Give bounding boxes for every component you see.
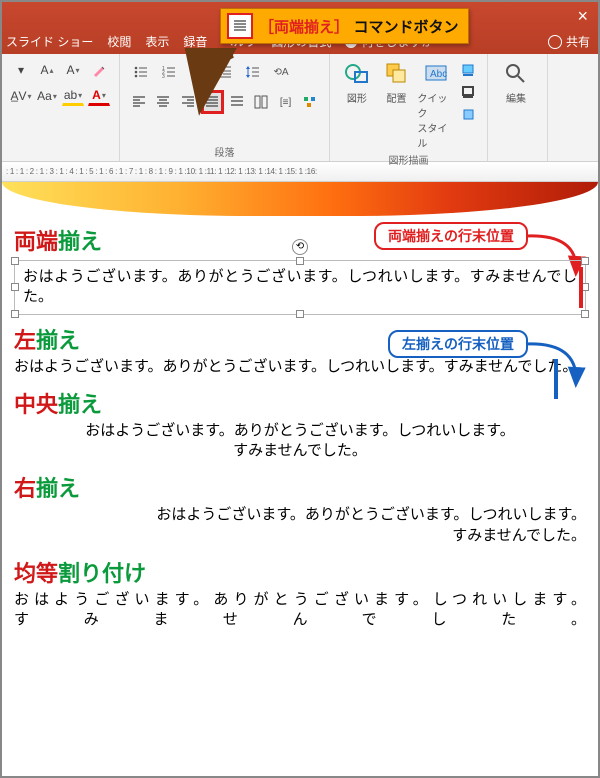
- group-label-drawing: 図形描画: [338, 150, 479, 167]
- resize-handle[interactable]: [11, 257, 19, 265]
- heading-distribute: 均等割り付け: [14, 556, 586, 588]
- shapes-gallery-button[interactable]: 図形: [338, 60, 376, 105]
- ribbon: ▾ A▴ A▾ A̲V▾ Aa▾ ab▾ A▾: [2, 54, 598, 162]
- svg-text:3: 3: [162, 74, 165, 80]
- share-button[interactable]: 共有: [548, 33, 590, 50]
- line-end-marker-blue: [554, 359, 558, 399]
- note-left-end: 左揃えの行末位置: [388, 330, 528, 358]
- increase-font-button[interactable]: A▴: [36, 60, 58, 80]
- person-icon: [548, 35, 562, 49]
- ribbon-group-edit: 編集: [488, 54, 548, 161]
- numbering-button[interactable]: 123: [156, 60, 182, 84]
- arrange-icon: [383, 60, 411, 88]
- note-justify-end: 両端揃えの行末位置: [374, 222, 528, 250]
- textbox-justify[interactable]: ⟲ おはようございます。ありがとうございます。しつれいします。すみませんでした。: [14, 260, 586, 315]
- tab-review[interactable]: 校閲: [107, 33, 131, 54]
- ribbon-group-font: ▾ A▴ A▾ A̲V▾ Aa▾ ab▾ A▾: [2, 54, 120, 161]
- quick-styles-icon: Abc: [422, 60, 450, 88]
- shape-effects-button[interactable]: [457, 104, 479, 124]
- paragraph-right: おはようございます。ありがとうございます。しつれいします。 すみませんでした。: [14, 505, 586, 546]
- font-color-button[interactable]: A▾: [88, 86, 110, 106]
- heading-right: 右揃え: [14, 471, 586, 503]
- vertical-align-button[interactable]: [≡]: [274, 90, 296, 114]
- callout-text: ［両端揃え］ コマンドボタン: [259, 16, 458, 37]
- line-end-marker-red: [579, 267, 583, 308]
- justify-icon: [227, 13, 253, 39]
- align-center-button[interactable]: [152, 90, 174, 114]
- arrange-button[interactable]: 配置: [378, 60, 416, 105]
- resize-handle[interactable]: [11, 283, 19, 291]
- rotate-handle-icon[interactable]: ⟲: [292, 239, 308, 255]
- paragraph-left: おはようございます。ありがとうございます。しつれいします。すみませんでした。: [14, 357, 586, 377]
- font-size-dd[interactable]: ▾: [10, 60, 32, 80]
- callout-justify-button: ［両端揃え］ コマンドボタン: [220, 8, 469, 44]
- align-left-button[interactable]: [128, 90, 150, 114]
- group-label-paragraph: 段落: [128, 142, 321, 159]
- resize-handle[interactable]: [296, 310, 304, 318]
- resize-handle[interactable]: [11, 310, 19, 318]
- ribbon-group-drawing: 図形 配置 Abc クイック スタイル 図形描画: [330, 54, 488, 161]
- columns-button[interactable]: [250, 90, 272, 114]
- ribbon-group-paragraph: 123 ⟲A [≡] 段落: [120, 54, 330, 161]
- tab-view[interactable]: 表示: [145, 33, 169, 54]
- horizontal-ruler[interactable]: : 1 : 1 : 2 : 1 : 3 : 1 : 4 : 1 : 5 : 1 …: [2, 162, 598, 182]
- pointer-arrow-icon: [182, 48, 252, 118]
- group-label-font: [10, 146, 111, 159]
- paragraph-center: おはようございます。ありがとうございます。しつれいします。 すみませんでした。: [14, 421, 586, 462]
- slide-canvas[interactable]: 両端揃えの行末位置 左揃えの行末位置 両端揃え ⟲ おはようございます。ありがと…: [2, 182, 598, 776]
- svg-text:Abc: Abc: [430, 69, 447, 80]
- tab-slideshow[interactable]: スライド ショー: [6, 33, 93, 54]
- body-text: おはようございます。ありがとうございます。しつれいします。すみませんでした。: [23, 268, 577, 305]
- resize-handle[interactable]: [581, 257, 589, 265]
- change-case-button[interactable]: Aa▾: [36, 86, 58, 106]
- resize-handle[interactable]: [296, 257, 304, 265]
- quick-styles-button[interactable]: Abc クイック スタイル: [417, 60, 455, 150]
- find-icon: [502, 60, 530, 88]
- heading-center: 中央揃え: [14, 387, 586, 419]
- shapes-icon: [343, 60, 371, 88]
- paragraph-distribute: おはようございます。ありがとうございます。しつれいします。 すみませんでした。: [14, 590, 586, 631]
- clear-format-button[interactable]: [88, 60, 110, 80]
- highlight-color-button[interactable]: ab▾: [62, 86, 84, 106]
- edit-menu-button[interactable]: 編集: [496, 60, 536, 105]
- shape-fill-button[interactable]: [457, 60, 479, 80]
- slide-banner-graphic: [2, 182, 598, 216]
- char-spacing-button[interactable]: A̲V▾: [10, 86, 32, 106]
- smartart-convert-button[interactable]: [299, 90, 321, 114]
- shape-outline-button[interactable]: [457, 82, 479, 102]
- resize-handle[interactable]: [581, 310, 589, 318]
- text-direction-button[interactable]: ⟲A: [268, 60, 294, 84]
- bullets-button[interactable]: [128, 60, 154, 84]
- close-icon[interactable]: ×: [577, 6, 588, 27]
- decrease-font-button[interactable]: A▾: [62, 60, 84, 80]
